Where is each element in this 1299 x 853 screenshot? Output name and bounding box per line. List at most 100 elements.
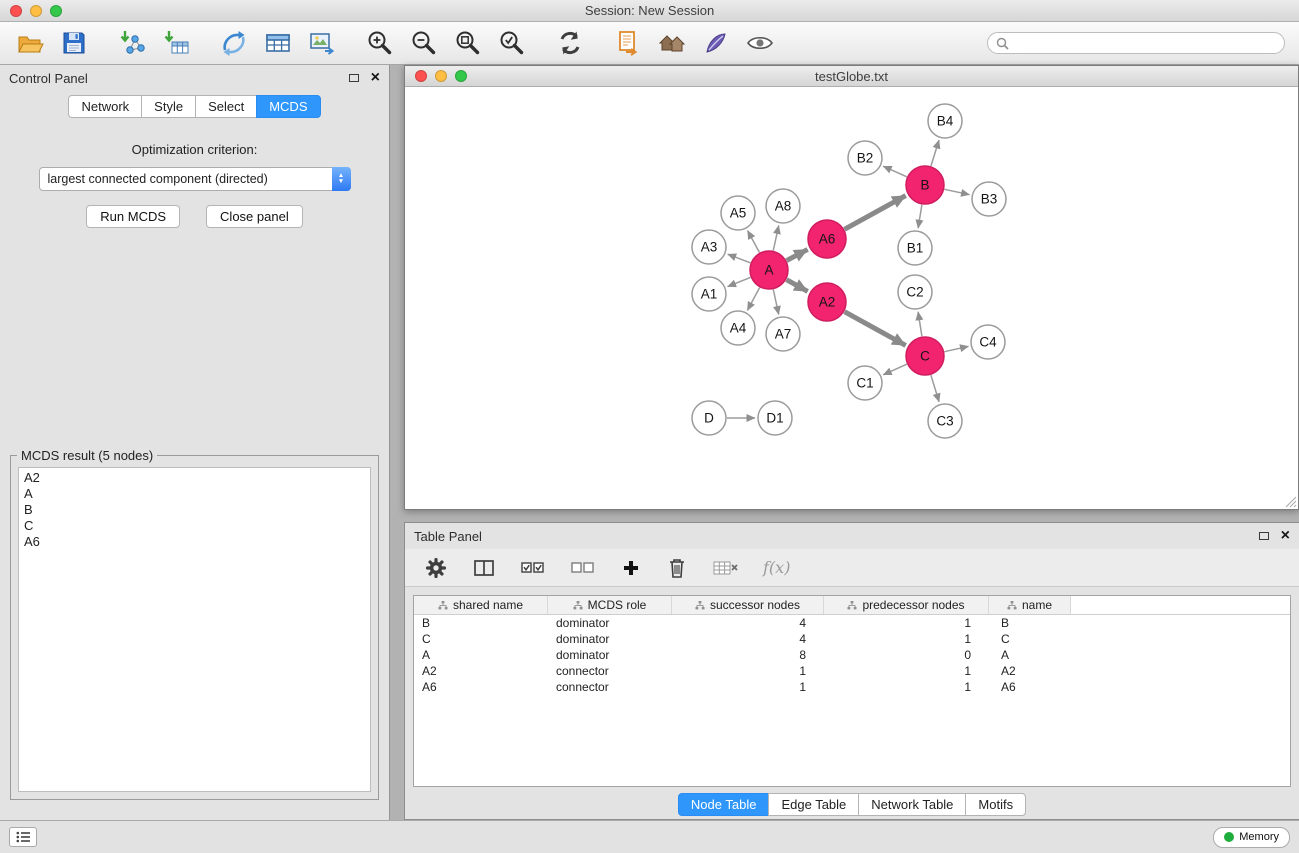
select-all-button[interactable] <box>519 552 547 584</box>
tab-node-table[interactable]: Node Table <box>678 793 770 816</box>
import-table-button[interactable] <box>160 27 192 59</box>
tab-select[interactable]: Select <box>195 95 257 118</box>
edge-B-B4[interactable] <box>931 140 939 166</box>
edge-B-B2[interactable] <box>883 166 907 177</box>
save-session-button[interactable] <box>58 27 90 59</box>
edge-A2-C[interactable] <box>845 312 906 346</box>
share-network-button[interactable] <box>218 27 250 59</box>
cell-shared-name[interactable]: C <box>414 631 548 647</box>
optimization-criterion-dropdown[interactable]: largest connected component (directed) ▲… <box>39 167 351 191</box>
cell-name[interactable]: A6 <box>989 679 1071 695</box>
table-row[interactable]: Adominator80A <box>414 647 1290 663</box>
cell-successor-nodes[interactable]: 1 <box>672 679 824 695</box>
zoom-selected-button[interactable] <box>496 27 528 59</box>
cell-successor-nodes[interactable]: 1 <box>672 663 824 679</box>
cell-predecessor-nodes[interactable]: 0 <box>824 647 989 663</box>
search-input[interactable] <box>1014 36 1276 50</box>
result-item[interactable]: A <box>24 486 365 502</box>
function-builder-button[interactable]: f(x) <box>763 558 790 577</box>
delete-column-button[interactable] <box>665 552 689 584</box>
edge-A-A7[interactable] <box>773 290 778 315</box>
node-B3[interactable]: B3 <box>972 182 1006 216</box>
zoom-fit-button[interactable] <box>452 27 484 59</box>
table-window-button[interactable] <box>262 27 294 59</box>
column-header-shared-name[interactable]: shared name <box>414 596 548 614</box>
refresh-network-button[interactable] <box>554 27 586 59</box>
tab-edge-table[interactable]: Edge Table <box>768 793 859 816</box>
result-item[interactable]: A6 <box>24 534 365 550</box>
maximize-window-icon[interactable] <box>50 5 62 17</box>
node-B2[interactable]: B2 <box>848 141 882 175</box>
cell-name[interactable]: B <box>989 615 1071 631</box>
close-window-icon[interactable] <box>10 5 22 17</box>
result-item[interactable]: B <box>24 502 365 518</box>
mcds-result-list[interactable]: A2ABCA6 <box>18 467 371 792</box>
zoom-out-button[interactable] <box>408 27 440 59</box>
node-C[interactable]: C <box>906 337 944 375</box>
tab-network-table[interactable]: Network Table <box>858 793 966 816</box>
edge-A-A8[interactable] <box>773 226 778 251</box>
cell-successor-nodes[interactable]: 8 <box>672 647 824 663</box>
node-A5[interactable]: A5 <box>721 196 755 230</box>
delete-table-button[interactable] <box>711 552 741 584</box>
edge-A-A4[interactable] <box>747 288 759 311</box>
node-C2[interactable]: C2 <box>898 275 932 309</box>
cell-shared-name[interactable]: A6 <box>414 679 548 695</box>
cell-predecessor-nodes[interactable]: 1 <box>824 615 989 631</box>
edge-A-A2[interactable] <box>787 280 808 292</box>
edge-C-C4[interactable] <box>945 346 969 351</box>
edge-A6-B[interactable] <box>845 196 906 230</box>
edge-B-B1[interactable] <box>918 205 922 228</box>
column-header-MCDS-role[interactable]: MCDS role <box>548 596 672 614</box>
cell-name[interactable]: A <box>989 647 1071 663</box>
cell-name[interactable]: A2 <box>989 663 1071 679</box>
column-header-predecessor-nodes[interactable]: predecessor nodes <box>824 596 989 614</box>
cell-shared-name[interactable]: A2 <box>414 663 548 679</box>
result-item[interactable]: C <box>24 518 365 534</box>
network-close-icon[interactable] <box>415 70 427 82</box>
column-header-name[interactable]: name <box>989 596 1071 614</box>
result-item[interactable]: A2 <box>24 470 365 486</box>
deselect-all-button[interactable] <box>569 552 597 584</box>
add-column-button[interactable] <box>619 552 643 584</box>
memory-button[interactable]: Memory <box>1213 827 1290 848</box>
float-table-panel-icon[interactable] <box>1259 532 1269 540</box>
close-panel-button[interactable]: Close panel <box>206 205 303 228</box>
node-A3[interactable]: A3 <box>692 230 726 264</box>
node-A4[interactable]: A4 <box>721 311 755 345</box>
edge-A-A6[interactable] <box>787 249 808 260</box>
float-panel-icon[interactable] <box>349 74 359 82</box>
export-image-button[interactable] <box>306 27 338 59</box>
node-A6[interactable]: A6 <box>808 220 846 258</box>
node-B[interactable]: B <box>906 166 944 204</box>
cell-MCDS-role[interactable]: connector <box>548 679 672 695</box>
cell-predecessor-nodes[interactable]: 1 <box>824 663 989 679</box>
column-header-successor-nodes[interactable]: successor nodes <box>672 596 824 614</box>
node-C1[interactable]: C1 <box>848 366 882 400</box>
zoom-in-button[interactable] <box>364 27 396 59</box>
edge-C-C1[interactable] <box>883 364 907 375</box>
edge-A-A5[interactable] <box>748 231 760 253</box>
network-maximize-icon[interactable] <box>455 70 467 82</box>
node-B4[interactable]: B4 <box>928 104 962 138</box>
node-C3[interactable]: C3 <box>928 404 962 438</box>
cell-shared-name[interactable]: B <box>414 615 548 631</box>
node-A2[interactable]: A2 <box>808 283 846 321</box>
edge-A-A3[interactable] <box>728 254 751 263</box>
node-D[interactable]: D <box>692 401 726 435</box>
cell-successor-nodes[interactable]: 4 <box>672 615 824 631</box>
node-B1[interactable]: B1 <box>898 231 932 265</box>
cell-MCDS-role[interactable]: dominator <box>548 615 672 631</box>
network-canvas[interactable]: B4B2BB3A8A5A6A3B1AC2A1A2A4A7C4CC1DD1C3 <box>405 87 1298 509</box>
node-A7[interactable]: A7 <box>766 317 800 351</box>
cell-MCDS-role[interactable]: dominator <box>548 631 672 647</box>
eye-button[interactable] <box>744 27 776 59</box>
homes-button[interactable] <box>656 27 688 59</box>
open-session-button[interactable] <box>14 27 46 59</box>
resize-grip-icon[interactable] <box>1285 496 1297 508</box>
cell-name[interactable]: C <box>989 631 1071 647</box>
search-field[interactable] <box>987 32 1285 54</box>
minimize-window-icon[interactable] <box>30 5 42 17</box>
cell-predecessor-nodes[interactable]: 1 <box>824 679 989 695</box>
tab-motifs[interactable]: Motifs <box>965 793 1026 816</box>
